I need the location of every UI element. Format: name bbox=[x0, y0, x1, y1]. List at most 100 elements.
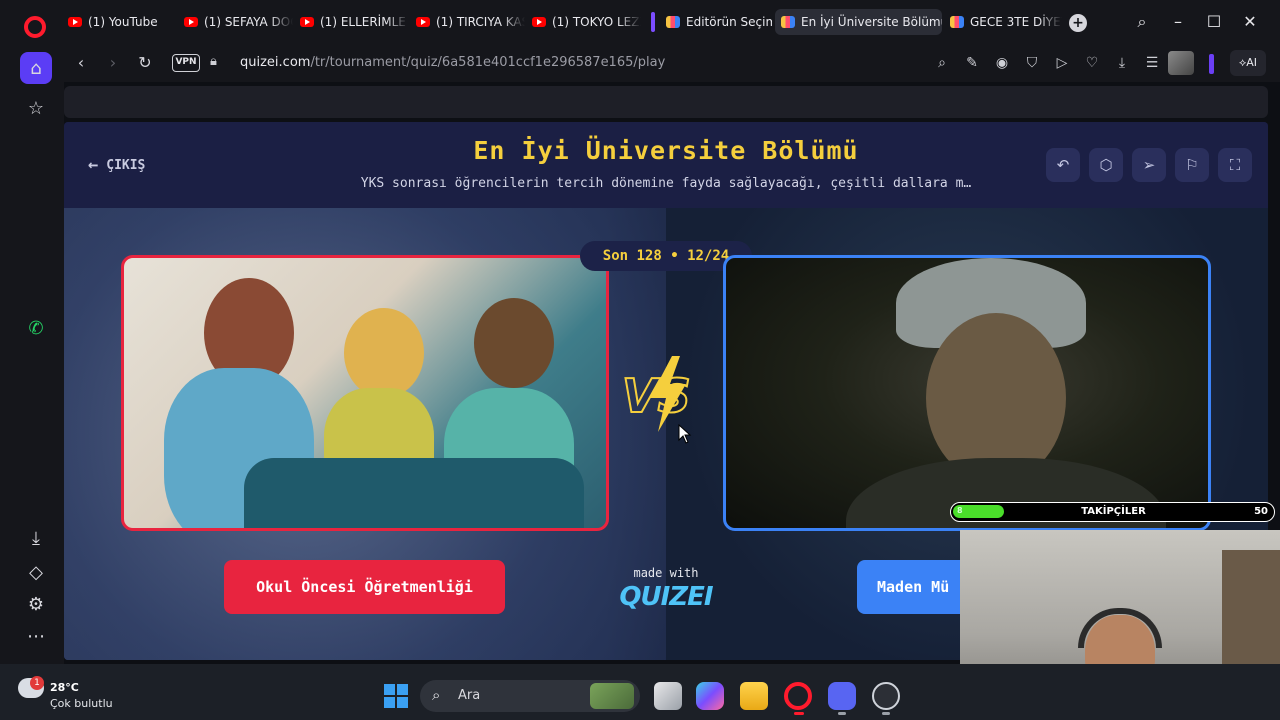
undo-icon[interactable]: ↶ bbox=[1046, 148, 1080, 182]
downloads-icon[interactable]: ⤓ bbox=[20, 522, 52, 554]
right-choice-image[interactable] bbox=[723, 255, 1211, 531]
home-icon[interactable]: ⌂ bbox=[20, 52, 52, 84]
url-host: quizei.com bbox=[240, 55, 311, 70]
left-choice-button[interactable]: Okul Öncesi Öğretmenliği bbox=[224, 560, 505, 614]
new-tab-button[interactable]: + bbox=[1069, 14, 1087, 32]
taskbar-search-placeholder: Ara bbox=[458, 688, 481, 703]
discord-icon[interactable] bbox=[828, 682, 856, 710]
table-surface bbox=[244, 458, 584, 528]
opera-logo-icon[interactable] bbox=[24, 16, 46, 38]
url-field[interactable]: quizei.com/tr/tournament/quiz/6a581e401c… bbox=[240, 55, 665, 70]
profile-avatar[interactable] bbox=[1168, 51, 1194, 75]
tab-diyet[interactable]: GECE 3TE DİYET bbox=[944, 9, 1062, 35]
tab-youtube[interactable]: (1) YouTube bbox=[62, 9, 172, 35]
report-flag-icon[interactable]: ⚐ bbox=[1175, 148, 1209, 182]
tab-label: Editörün Seçimi bbox=[686, 15, 772, 29]
whatsapp-icon[interactable]: ✆ bbox=[20, 312, 52, 344]
quiz-subtitle: YKS sonrası öğrencilerin tercih dönemine… bbox=[360, 176, 972, 191]
vs-lightning-icon: VS bbox=[621, 356, 692, 432]
heart-icon[interactable]: ♡ bbox=[1082, 53, 1102, 73]
task-view-icon[interactable] bbox=[654, 682, 682, 710]
browser-sidebar: ⌂ ☆ ✆ ⤓ ◇ ⚙ ⋯ bbox=[0, 44, 64, 664]
fullscreen-icon[interactable]: ⛶ bbox=[1218, 148, 1252, 182]
settings-gear-icon[interactable]: ⚙ bbox=[20, 588, 52, 620]
back-button[interactable]: ‹ bbox=[70, 52, 92, 74]
tab-label: (1) SEFAYA DOĞ bbox=[204, 15, 293, 29]
copilot-icon[interactable] bbox=[696, 682, 724, 710]
obs-running-indicator bbox=[882, 712, 890, 715]
headphones bbox=[1078, 608, 1162, 648]
url-path: /tr/tournament/quiz/6a581e401ccf1e296587… bbox=[310, 55, 666, 70]
tab-label: En İyi Üniversite Bölümü bbox=[801, 15, 942, 29]
tab-tokyo[interactable]: (1) TOKYO LEZZ bbox=[526, 9, 641, 35]
opera-active-indicator bbox=[794, 712, 804, 715]
tab-editor-choice[interactable]: Editörün Seçimi bbox=[660, 9, 772, 35]
youtube-icon bbox=[416, 17, 430, 27]
address-bar: ‹ › ↻ VPN 🔒︎ quizei.com/tr/tournament/qu… bbox=[64, 44, 1280, 82]
forward-button[interactable]: › bbox=[102, 52, 124, 74]
bookmarks-star-icon[interactable]: ☆ bbox=[20, 92, 52, 124]
search-highlight-image bbox=[590, 683, 634, 709]
extensions-cube-icon[interactable]: ◇ bbox=[20, 556, 52, 588]
left-choice-image[interactable] bbox=[121, 255, 609, 531]
discord-running-indicator bbox=[838, 712, 846, 715]
tab-label: (1) TIRCIYA KAS bbox=[436, 15, 525, 29]
tab-ellerimle[interactable]: (1) ELLERİMLE P bbox=[294, 9, 409, 35]
quiz-title: En İyi Üniversite Bölümü bbox=[473, 136, 859, 165]
windows-start-icon[interactable] bbox=[384, 684, 408, 708]
workspace-indicator bbox=[1209, 54, 1214, 74]
shield-icon[interactable]: ⛉ bbox=[1022, 53, 1042, 73]
quizei-icon bbox=[950, 16, 964, 28]
tab-label: (1) ELLERİMLE P bbox=[320, 15, 409, 29]
child-one bbox=[344, 308, 424, 398]
maximize-button[interactable]: ☐ bbox=[1202, 10, 1226, 34]
download-icon[interactable]: ⤓ bbox=[1112, 53, 1132, 73]
quiz-header: ← ÇIKIŞ En İyi Üniversite Bölümü YKS son… bbox=[64, 122, 1268, 208]
tab-sefaya[interactable]: (1) SEFAYA DOĞ bbox=[178, 9, 293, 35]
followers-goal: 50 bbox=[1254, 506, 1268, 517]
quizei-icon bbox=[781, 16, 795, 28]
obs-icon[interactable] bbox=[872, 682, 900, 710]
followers-goal-bar: 8 TAKİPÇİLER 50 bbox=[950, 502, 1275, 522]
youtube-icon bbox=[532, 17, 546, 27]
ai-button[interactable]: ⟡AI bbox=[1230, 50, 1266, 76]
tab-bar: (1) YouTube (1) SEFAYA DOĞ (1) ELLERİMLE… bbox=[0, 0, 1280, 44]
file-explorer-icon[interactable] bbox=[740, 682, 768, 710]
tab-university[interactable]: En İyi Üniversite Bölümü bbox=[775, 9, 942, 35]
weather-description[interactable]: Çok bulutlu bbox=[50, 697, 113, 710]
child-two bbox=[474, 298, 554, 388]
search-icon: ⌕ bbox=[432, 686, 441, 704]
taskbar-search[interactable]: ⌕ Ara bbox=[420, 680, 640, 712]
camera-icon[interactable]: ◉ bbox=[992, 53, 1012, 73]
close-window-button[interactable]: ✕ bbox=[1238, 10, 1262, 34]
made-with-label: made with bbox=[633, 566, 699, 580]
youtube-icon bbox=[184, 17, 198, 27]
mouse-cursor-icon bbox=[678, 424, 692, 444]
minimize-button[interactable]: – bbox=[1166, 10, 1190, 34]
quizei-logo[interactable]: QUIZEI bbox=[616, 582, 716, 612]
lock-icon[interactable]: 🔒︎ bbox=[210, 54, 217, 69]
more-dots-icon[interactable]: ⋯ bbox=[20, 620, 52, 652]
weather-badge: 1 bbox=[30, 676, 44, 690]
share-icon[interactable]: ⬡ bbox=[1089, 148, 1123, 182]
youtube-icon bbox=[68, 17, 82, 27]
send-icon[interactable]: ▷ bbox=[1052, 53, 1072, 73]
bookmarks-bar bbox=[64, 86, 1268, 118]
quizei-icon bbox=[666, 16, 680, 28]
vpn-badge[interactable]: VPN bbox=[172, 54, 200, 72]
tab-label: (1) YouTube bbox=[88, 15, 158, 29]
opera-taskbar-icon[interactable] bbox=[784, 682, 812, 710]
ai-label: AI bbox=[1246, 56, 1258, 69]
page-search-icon[interactable]: ⌕ bbox=[932, 53, 952, 73]
tab-tirciya[interactable]: (1) TIRCIYA KAS bbox=[410, 9, 525, 35]
tab-label: (1) TOKYO LEZZ bbox=[552, 15, 641, 29]
search-tabs-icon[interactable]: ⌕ bbox=[1130, 10, 1154, 34]
followers-label: TAKİPÇİLER bbox=[1081, 506, 1146, 517]
reload-button[interactable]: ↻ bbox=[134, 52, 156, 74]
easy-setup-icon[interactable]: ☰ bbox=[1142, 53, 1162, 73]
workspace-marker bbox=[651, 12, 655, 32]
send-plane-icon[interactable]: ➢ bbox=[1132, 148, 1166, 182]
edit-note-icon[interactable]: ✎ bbox=[962, 53, 982, 73]
weather-temperature[interactable]: 28°C bbox=[50, 681, 79, 694]
tab-label: GECE 3TE DİYET bbox=[970, 15, 1062, 29]
